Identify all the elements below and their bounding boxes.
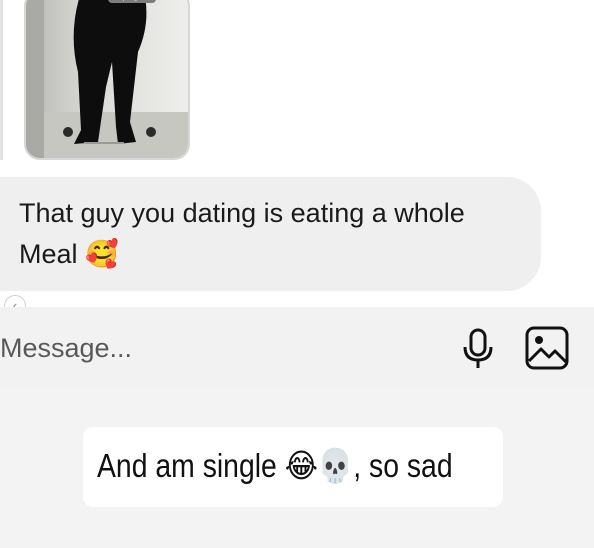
received-message-word: Meal	[19, 239, 78, 269]
received-message-text: That guy you dating is eating a whole Me…	[19, 193, 539, 275]
caption-text-end: , so sad	[353, 447, 453, 484]
smiling-face-hearts-emoji: 🥰	[85, 239, 119, 270]
laughing-tears-emoji: 😂	[284, 446, 318, 485]
received-message-line-1: That guy you dating is eating a whole	[19, 198, 465, 228]
message-input[interactable]	[0, 326, 420, 370]
caption-text: And am single 😂💀, so sad	[97, 442, 453, 490]
previous-message-edge	[0, 0, 3, 160]
microphone-icon[interactable]	[459, 325, 499, 371]
skull-emoji: 💀	[317, 446, 354, 485]
received-message-line-2: Meal 🥰	[19, 234, 539, 275]
person-photo	[26, 0, 188, 158]
image-gallery-icon[interactable]	[522, 325, 570, 371]
shared-photo-message[interactable]: apeangale	[24, 0, 190, 160]
caption-text-start: And am single	[97, 447, 285, 484]
story-label-chip: apeangale	[108, 0, 156, 3]
